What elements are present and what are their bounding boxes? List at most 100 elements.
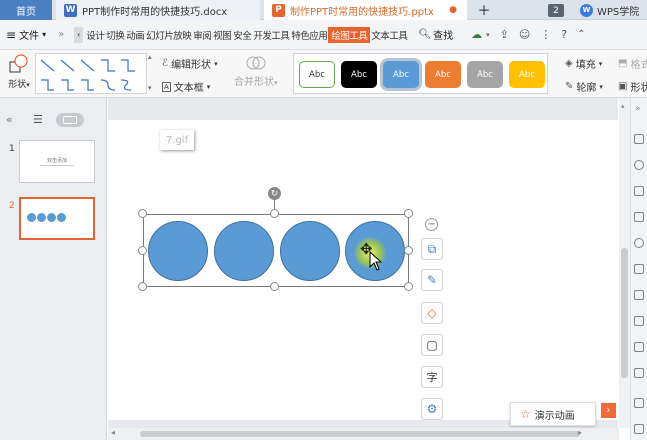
image-icon[interactable]: [634, 264, 644, 274]
shape-layout-button[interactable]: ⧉: [421, 238, 443, 260]
sticker-icon[interactable]: ☺: [519, 28, 530, 41]
fill-bucket-icon: ◈: [565, 58, 573, 69]
insert-shape-button[interactable]: 形状▾: [4, 54, 34, 90]
tab-review[interactable]: 审阅: [192, 27, 212, 43]
resize-handle-e[interactable]: [404, 246, 413, 255]
gallery-up-icon[interactable]: ▴: [148, 53, 152, 61]
backup-icon[interactable]: [634, 424, 644, 434]
animation-icon[interactable]: [634, 160, 644, 170]
template-icon[interactable]: [634, 186, 644, 196]
tab-text-tools[interactable]: 文本工具: [370, 27, 408, 43]
style-swatch-black[interactable]: Abc: [341, 61, 377, 88]
circle-shape-2[interactable]: [214, 221, 274, 281]
search-button[interactable]: 🔍︎ 查找: [418, 27, 453, 42]
style-swatch-orange[interactable]: Abc: [425, 61, 461, 88]
outline-button[interactable]: ✎ 轮廓 ▾: [565, 79, 603, 94]
help-icon[interactable]: ?: [561, 28, 567, 41]
scroll-thumb[interactable]: [621, 248, 628, 378]
style-swatch-blue[interactable]: Abc: [383, 61, 419, 88]
style-swatch-white[interactable]: Abc: [299, 61, 335, 88]
cloud-sync-icon[interactable]: ☁: [471, 28, 482, 41]
hscroll-thumb[interactable]: [140, 431, 580, 437]
resize-handle-ne[interactable]: [404, 209, 413, 218]
window-count-badge[interactable]: 2: [548, 4, 564, 17]
add-tab-button[interactable]: +: [474, 0, 494, 20]
star-icon: ☆: [520, 407, 531, 421]
textbox-button[interactable]: A 文本框 ▾: [162, 79, 210, 94]
tab-slideshow[interactable]: 幻灯片放映: [145, 27, 192, 43]
gallery-down-icon[interactable]: ▾: [148, 84, 152, 92]
shape-effect-button[interactable]: ▣ 形状: [618, 79, 647, 94]
settings-icon[interactable]: [634, 238, 644, 248]
style-swatch-gray[interactable]: Abc: [467, 61, 503, 88]
shape-fill-button[interactable]: ◇: [421, 302, 443, 324]
expand-arrow-icon[interactable]: ›: [601, 403, 616, 418]
edit-shape-icon: ℰ: [162, 58, 169, 69]
shape-settings-button[interactable]: ⚙: [421, 398, 443, 420]
outline-view-icon[interactable]: ☰: [33, 113, 43, 126]
slide-view-toggle[interactable]: [56, 113, 84, 127]
file-menu[interactable]: ≡ 文件 ▾: [6, 27, 46, 43]
shape-outline-button[interactable]: ▢: [421, 334, 443, 356]
scroll-up-icon[interactable]: ▴: [621, 102, 625, 110]
tab-document-pptx[interactable]: P 制作PPT时常用的快捷技巧.pptx ●: [264, 0, 467, 20]
slide-thumbnail-2[interactable]: [19, 197, 95, 240]
demo-animation-button[interactable]: ☆ 演示动画: [510, 402, 596, 426]
shape-icon[interactable]: [634, 212, 644, 222]
scroll-right-icon[interactable]: ▸: [578, 428, 582, 437]
edit-icon[interactable]: [634, 316, 644, 326]
textbox-label: 文本框: [173, 83, 204, 94]
fill-button[interactable]: ◈ 填充 ▾: [565, 56, 602, 71]
resize-handle-s[interactable]: [270, 282, 279, 291]
more-tools-icon[interactable]: [634, 398, 644, 408]
wps-academy-link[interactable]: W WPS学院: [580, 0, 647, 20]
scroll-left-icon[interactable]: ‹: [74, 26, 84, 43]
collapse-ribbon-icon[interactable]: ⌃: [577, 29, 585, 40]
vertical-scrollbar[interactable]: ▴: [619, 98, 630, 428]
layout-icon[interactable]: [634, 290, 644, 300]
tab-special[interactable]: 特色应用: [290, 27, 328, 43]
circle-shape-1[interactable]: [148, 221, 208, 281]
tab-home[interactable]: 首页: [0, 0, 52, 20]
tab-drawing-tools[interactable]: 绘图工具: [328, 26, 371, 43]
more-chevrons-icon[interactable]: »: [58, 29, 64, 40]
tab-document-docx[interactable]: W PPT制作时常用的快捷技巧.docx: [56, 0, 260, 20]
rotate-handle-icon[interactable]: ↻: [268, 187, 281, 200]
collapse-float-toolbar-icon[interactable]: −: [425, 218, 438, 231]
resize-handle-w[interactable]: [138, 246, 147, 255]
format-painter-button[interactable]: ⬒ 格式: [618, 56, 647, 71]
slide-thumbnail-pane: « ☰ 1 双击添加 2: [0, 98, 107, 440]
circle-shape-3[interactable]: [280, 221, 340, 281]
more-options-icon[interactable]: ⋮: [540, 28, 551, 41]
share-icon[interactable]: ⇪: [500, 28, 509, 41]
shape-text-button[interactable]: 字: [421, 366, 443, 388]
tab-home-label: 首页: [16, 6, 36, 18]
tab-design[interactable]: 设计: [85, 27, 105, 43]
tab-pptx-label: 制作PPT时常用的快捷技巧.pptx: [290, 6, 434, 18]
style-swatch-gold[interactable]: Abc: [509, 61, 545, 88]
tab-docx-label: PPT制作时常用的快捷技巧.docx: [82, 6, 228, 18]
line-shapes-gallery[interactable]: [35, 53, 147, 94]
tab-animation[interactable]: 动画: [125, 27, 145, 43]
horizontal-scrollbar[interactable]: ◂ ▸: [108, 428, 619, 440]
property-icon[interactable]: [634, 134, 644, 144]
tab-developer[interactable]: 开发工具: [252, 27, 290, 43]
collapse-right-icon[interactable]: »: [635, 104, 641, 114]
edit-shape-button[interactable]: ℰ 编辑形状 ▾: [162, 56, 218, 71]
resize-handle-sw[interactable]: [138, 282, 147, 291]
picture-icon[interactable]: [634, 368, 644, 378]
scroll-left-icon[interactable]: ◂: [111, 428, 115, 437]
merge-shape-button[interactable]: 合并形状▾: [234, 55, 278, 88]
chevron-down-icon[interactable]: ▾: [486, 31, 490, 39]
tab-view[interactable]: 视图: [212, 27, 232, 43]
tab-security[interactable]: 安全: [232, 27, 252, 43]
collapse-pane-icon[interactable]: «: [6, 113, 13, 126]
slide-thumbnail-1[interactable]: 双击添加: [19, 140, 95, 183]
shape-style-button[interactable]: ✎: [421, 269, 443, 291]
resize-handle-nw[interactable]: [138, 209, 147, 218]
table-icon[interactable]: [634, 342, 644, 352]
resize-handle-se[interactable]: [404, 282, 413, 291]
tab-transition[interactable]: 切换: [105, 27, 125, 43]
resize-handle-n[interactable]: [270, 209, 279, 218]
shape-style-gallery[interactable]: Abc Abc Abc Abc Abc Abc: [293, 53, 548, 94]
